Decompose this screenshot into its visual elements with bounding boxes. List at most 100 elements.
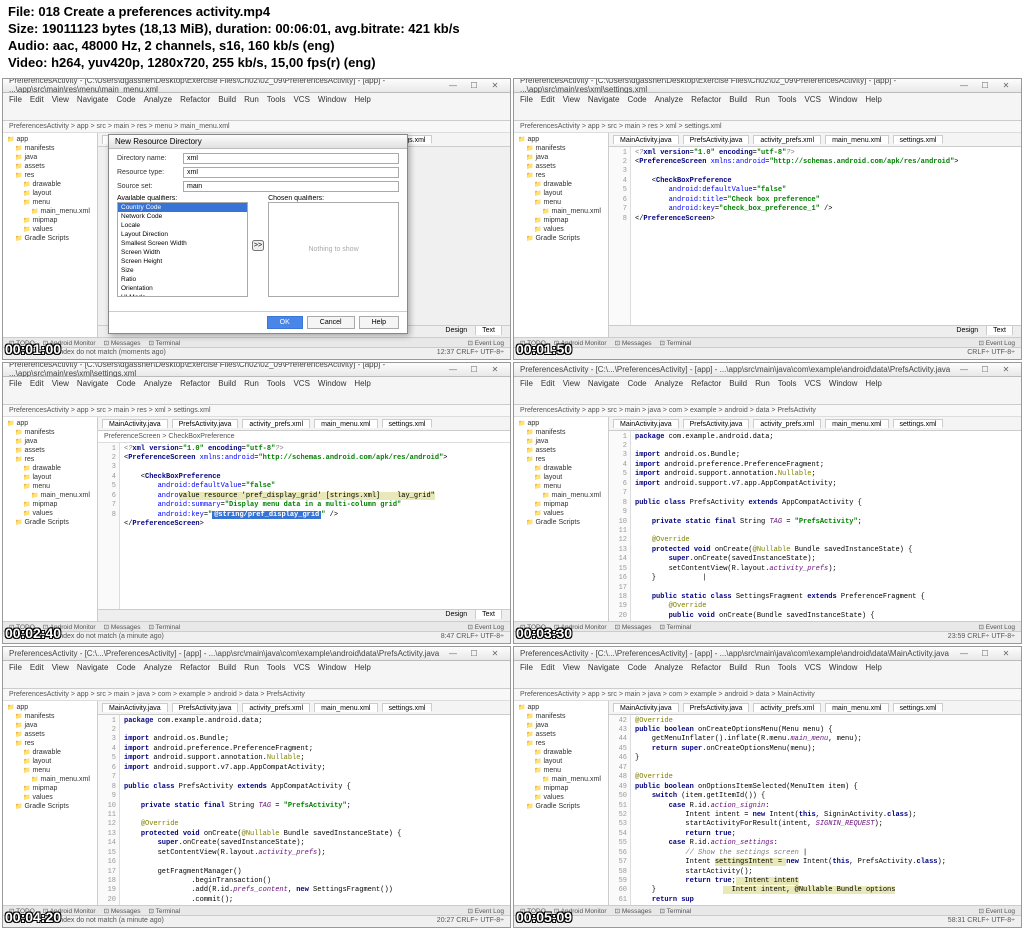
menu-item-file[interactable]: File	[520, 663, 533, 671]
editor-tab[interactable]: activity_prefs.xml	[242, 703, 310, 712]
editor-tab[interactable]: activity_prefs.xml	[753, 703, 821, 712]
tree-item[interactable]: drawable	[5, 748, 95, 757]
editor-tab[interactable]: main_menu.xml	[314, 703, 377, 712]
menu-item-code[interactable]: Code	[627, 379, 646, 387]
menu-item-refactor[interactable]: Refactor	[691, 663, 721, 671]
menu-item-run[interactable]: Run	[244, 95, 259, 103]
editor-tabs[interactable]: MainActivity.javaPrefsActivity.javaactiv…	[609, 417, 1021, 431]
tree-item[interactable]: assets	[5, 730, 95, 739]
breadcrumb[interactable]: PreferencesActivity > app > src > main >…	[3, 121, 510, 133]
tree-item[interactable]: manifests	[516, 428, 606, 437]
res-type-select[interactable]	[183, 167, 399, 178]
menu-item-code[interactable]: Code	[116, 95, 135, 103]
qualifier-item[interactable]: Size	[118, 266, 247, 275]
menu-item-run[interactable]: Run	[244, 379, 259, 387]
tree-item[interactable]: menu	[516, 766, 606, 775]
menu-item-code[interactable]: Code	[116, 663, 135, 671]
tree-item[interactable]: drawable	[5, 464, 95, 473]
menu-item-edit[interactable]: Edit	[541, 95, 555, 103]
editor-tab[interactable]: activity_prefs.xml	[753, 419, 821, 428]
menu-item-edit[interactable]: Edit	[30, 663, 44, 671]
menu-item-refactor[interactable]: Refactor	[691, 95, 721, 103]
menu-item-edit[interactable]: Edit	[541, 663, 555, 671]
editor-tab[interactable]: PrefsActivity.java	[172, 419, 239, 428]
menu-item-build[interactable]: Build	[218, 663, 236, 671]
menu-item-code[interactable]: Code	[116, 379, 135, 387]
menu-item-navigate[interactable]: Navigate	[588, 663, 620, 671]
editor-tab[interactable]: settings.xml	[893, 703, 944, 712]
tree-item[interactable]: main_menu.xml	[516, 775, 606, 784]
menu-item-refactor[interactable]: Refactor	[691, 379, 721, 387]
bottom-tab[interactable]: ⊡ Messages	[104, 623, 141, 630]
menu-item-view[interactable]: View	[52, 663, 69, 671]
tree-item[interactable]: menu	[5, 482, 95, 491]
bottom-tab[interactable]: ⊡ Messages	[104, 907, 141, 914]
menu-item-help[interactable]: Help	[354, 663, 370, 671]
bottom-tool-tabs[interactable]: ⊡ TODO⊡ Android Monitor⊡ Messages⊡ Termi…	[3, 337, 510, 347]
help-button[interactable]: Help	[359, 316, 399, 329]
tree-item[interactable]: res	[516, 171, 606, 180]
code-editor[interactable]: 12345678 <?xml version="1.0" encoding="u…	[98, 443, 510, 609]
chosen-qualifiers-list[interactable]: Nothing to show	[268, 202, 399, 297]
menu-item-view[interactable]: View	[52, 379, 69, 387]
bottom-tab[interactable]: ⊡ Terminal	[148, 623, 180, 630]
editor-tab[interactable]: PrefsActivity.java	[683, 135, 750, 144]
menu-item-navigate[interactable]: Navigate	[588, 95, 620, 103]
menu-item-edit[interactable]: Edit	[541, 379, 555, 387]
tree-item[interactable]: java	[5, 721, 95, 730]
code-editor[interactable]: 12345678 <?xml version="1.0" encoding="u…	[609, 147, 1021, 325]
project-sidebar[interactable]: appmanifestsjavaassetsresdrawablelayoutm…	[3, 417, 98, 621]
tree-item[interactable]: manifests	[516, 712, 606, 721]
menu-item-navigate[interactable]: Navigate	[588, 379, 620, 387]
project-sidebar[interactable]: appmanifestsjavaassetsresdrawablelayoutm…	[3, 133, 98, 337]
menu-item-navigate[interactable]: Navigate	[77, 379, 109, 387]
menu-item-vcs[interactable]: VCS	[293, 663, 309, 671]
menu-item-code[interactable]: Code	[627, 95, 646, 103]
tree-item[interactable]: mipmap	[5, 216, 95, 225]
qualifier-item[interactable]: Locale	[118, 221, 247, 230]
menu-item-window[interactable]: Window	[318, 379, 346, 387]
menu-item-analyze[interactable]: Analyze	[144, 379, 172, 387]
editor-tab[interactable]: PrefsActivity.java	[683, 703, 750, 712]
qualifier-item[interactable]: Screen Height	[118, 257, 247, 266]
tree-item[interactable]: values	[516, 793, 606, 802]
bottom-tab[interactable]: ⊡ Terminal	[148, 907, 180, 914]
menu-item-window[interactable]: Window	[318, 663, 346, 671]
editor-tabs[interactable]: MainActivity.javaPrefsActivity.javaactiv…	[609, 701, 1021, 715]
menu-item-navigate[interactable]: Navigate	[77, 663, 109, 671]
tree-item[interactable]: assets	[516, 446, 606, 455]
tree-item[interactable]: layout	[5, 757, 95, 766]
tree-item[interactable]: Gradle Scripts	[5, 802, 95, 811]
tree-item[interactable]: layout	[5, 189, 95, 198]
menu-item-vcs[interactable]: VCS	[804, 379, 820, 387]
menu-item-file[interactable]: File	[520, 95, 533, 103]
tree-item[interactable]: Gradle Scripts	[5, 234, 95, 243]
tree-item[interactable]: res	[516, 455, 606, 464]
menu-item-tools[interactable]: Tools	[778, 379, 797, 387]
bottom-tab[interactable]: ⊡ Terminal	[659, 907, 691, 914]
qualifier-item[interactable]: Smallest Screen Width	[118, 239, 247, 248]
editor-tab[interactable]: main_menu.xml	[314, 419, 377, 428]
editor-tab[interactable]: MainActivity.java	[613, 135, 679, 144]
menu-item-analyze[interactable]: Analyze	[655, 95, 683, 103]
tree-item[interactable]: manifests	[5, 144, 95, 153]
tree-item[interactable]: java	[5, 153, 95, 162]
tree-item[interactable]: assets	[5, 162, 95, 171]
tree-item[interactable]: mipmap	[5, 784, 95, 793]
tree-item[interactable]: Gradle Scripts	[516, 518, 606, 527]
qualifier-item[interactable]: UI Mode	[118, 293, 247, 297]
project-sidebar[interactable]: appmanifestsjavaassetsresdrawablelayoutm…	[3, 701, 98, 905]
tree-item[interactable]: Gradle Scripts	[516, 234, 606, 243]
editor-tab[interactable]: main_menu.xml	[825, 419, 888, 428]
menu-item-edit[interactable]: Edit	[30, 379, 44, 387]
menu-item-vcs[interactable]: VCS	[293, 379, 309, 387]
tree-item[interactable]: mipmap	[516, 500, 606, 509]
tree-item[interactable]: drawable	[516, 464, 606, 473]
qualifier-item[interactable]: Ratio	[118, 275, 247, 284]
menu-item-run[interactable]: Run	[755, 95, 770, 103]
tree-item[interactable]: menu	[516, 198, 606, 207]
cancel-button[interactable]: Cancel	[307, 316, 355, 329]
editor-tab[interactable]: settings.xml	[382, 703, 433, 712]
source-set-select[interactable]	[183, 181, 399, 192]
add-qualifier-button[interactable]: >>	[252, 240, 264, 251]
